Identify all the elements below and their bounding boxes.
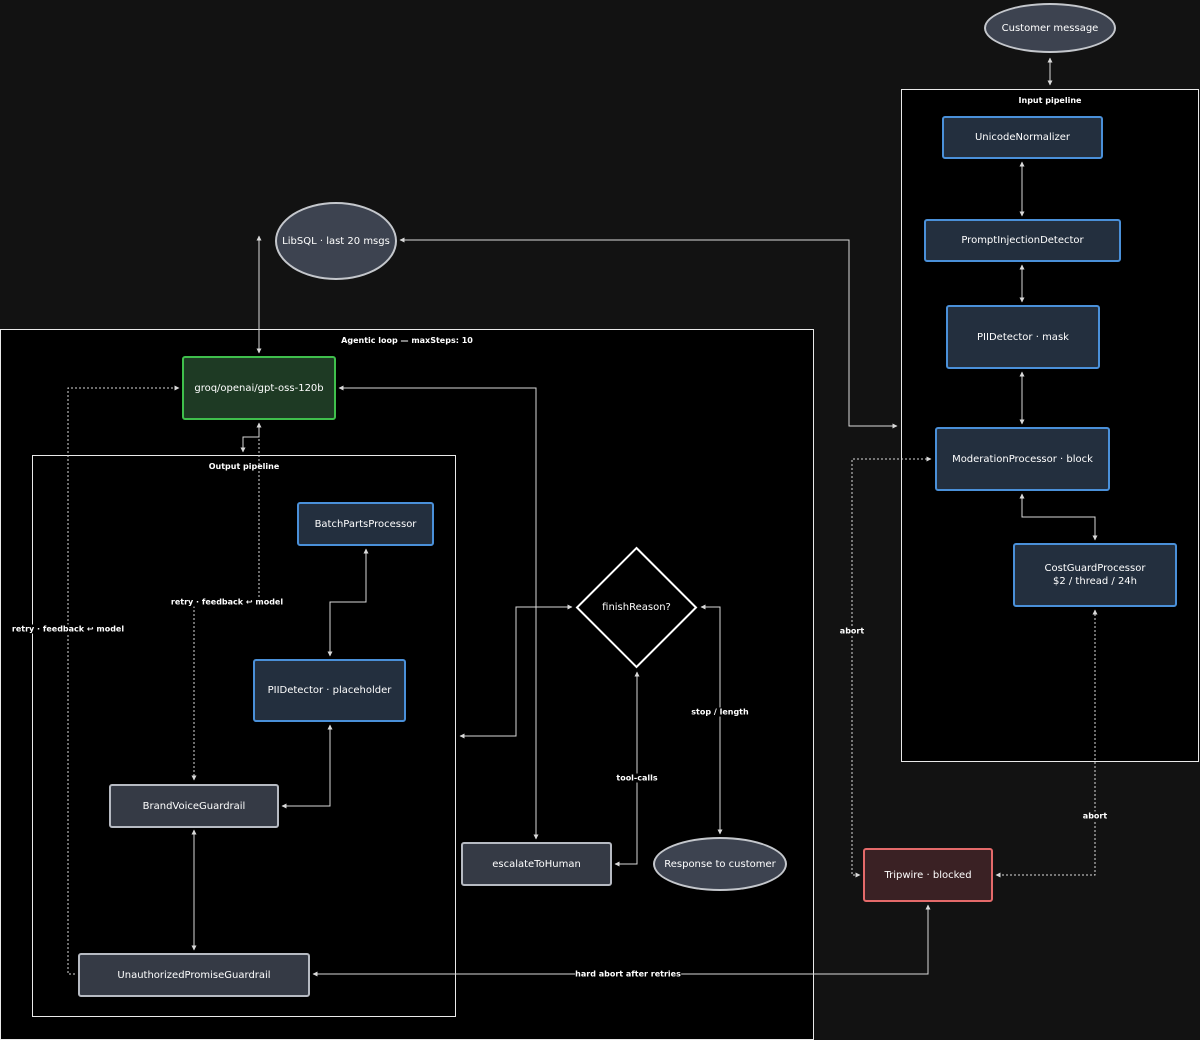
output-pipeline-label: Output pipeline [208, 462, 280, 471]
customer-message-node[interactable]: Customer message [984, 3, 1116, 53]
unauthorized-promise-guardrail-node[interactable]: UnauthorizedPromiseGuardrail [78, 953, 310, 997]
agentic-loop-label: Agentic loop — maxSteps: 10 [341, 336, 473, 345]
brand-voice-guardrail-node[interactable]: BrandVoiceGuardrail [109, 784, 279, 828]
edge-label-hard-abort: hard abort after retries [575, 969, 681, 979]
diagram-canvas: Input pipeline Agentic loop — maxSteps: … [0, 0, 1200, 1040]
pii-detector-placeholder-node[interactable]: PIIDetector · placeholder [253, 659, 406, 722]
edge-label-abort-cost: abort [1082, 811, 1108, 821]
input-pipeline-cluster: Input pipeline [901, 89, 1199, 762]
tripwire-node[interactable]: Tripwire · blocked [863, 848, 993, 902]
pii-detector-mask-node[interactable]: PIIDetector · mask [946, 305, 1100, 369]
libsql-memory-node[interactable]: LibSQL · last 20 msgs [275, 202, 397, 280]
finish-reason-node[interactable]: finishReason? [575, 546, 698, 669]
escalate-to-human-node[interactable]: escalateToHuman [461, 842, 612, 886]
model-node[interactable]: groq/openai/gpt-oss-120b [182, 356, 336, 420]
unicode-normalizer-node[interactable]: UnicodeNormalizer [942, 116, 1103, 159]
response-to-customer-node[interactable]: Response to customer [653, 837, 787, 891]
edge-label-retry-inner: retry · feedback ↩ model [170, 597, 284, 607]
edge-label-retry-outer: retry · feedback ↩ model [11, 624, 125, 634]
cost-guard-processor-node[interactable]: CostGuardProcessor $2 / thread / 24h [1013, 543, 1177, 607]
edge-label-tool-calls: tool-calls [616, 773, 658, 783]
finish-reason-label: finishReason? [602, 602, 671, 613]
moderation-processor-node[interactable]: ModerationProcessor · block [935, 427, 1110, 491]
edge-label-abort-moderation: abort [839, 626, 865, 636]
batch-parts-processor-node[interactable]: BatchPartsProcessor [297, 502, 434, 546]
edge-label-stop-length: stop / length [691, 707, 749, 717]
input-pipeline-label: Input pipeline [1018, 96, 1082, 105]
prompt-injection-detector-node[interactable]: PromptInjectionDetector [924, 219, 1121, 262]
